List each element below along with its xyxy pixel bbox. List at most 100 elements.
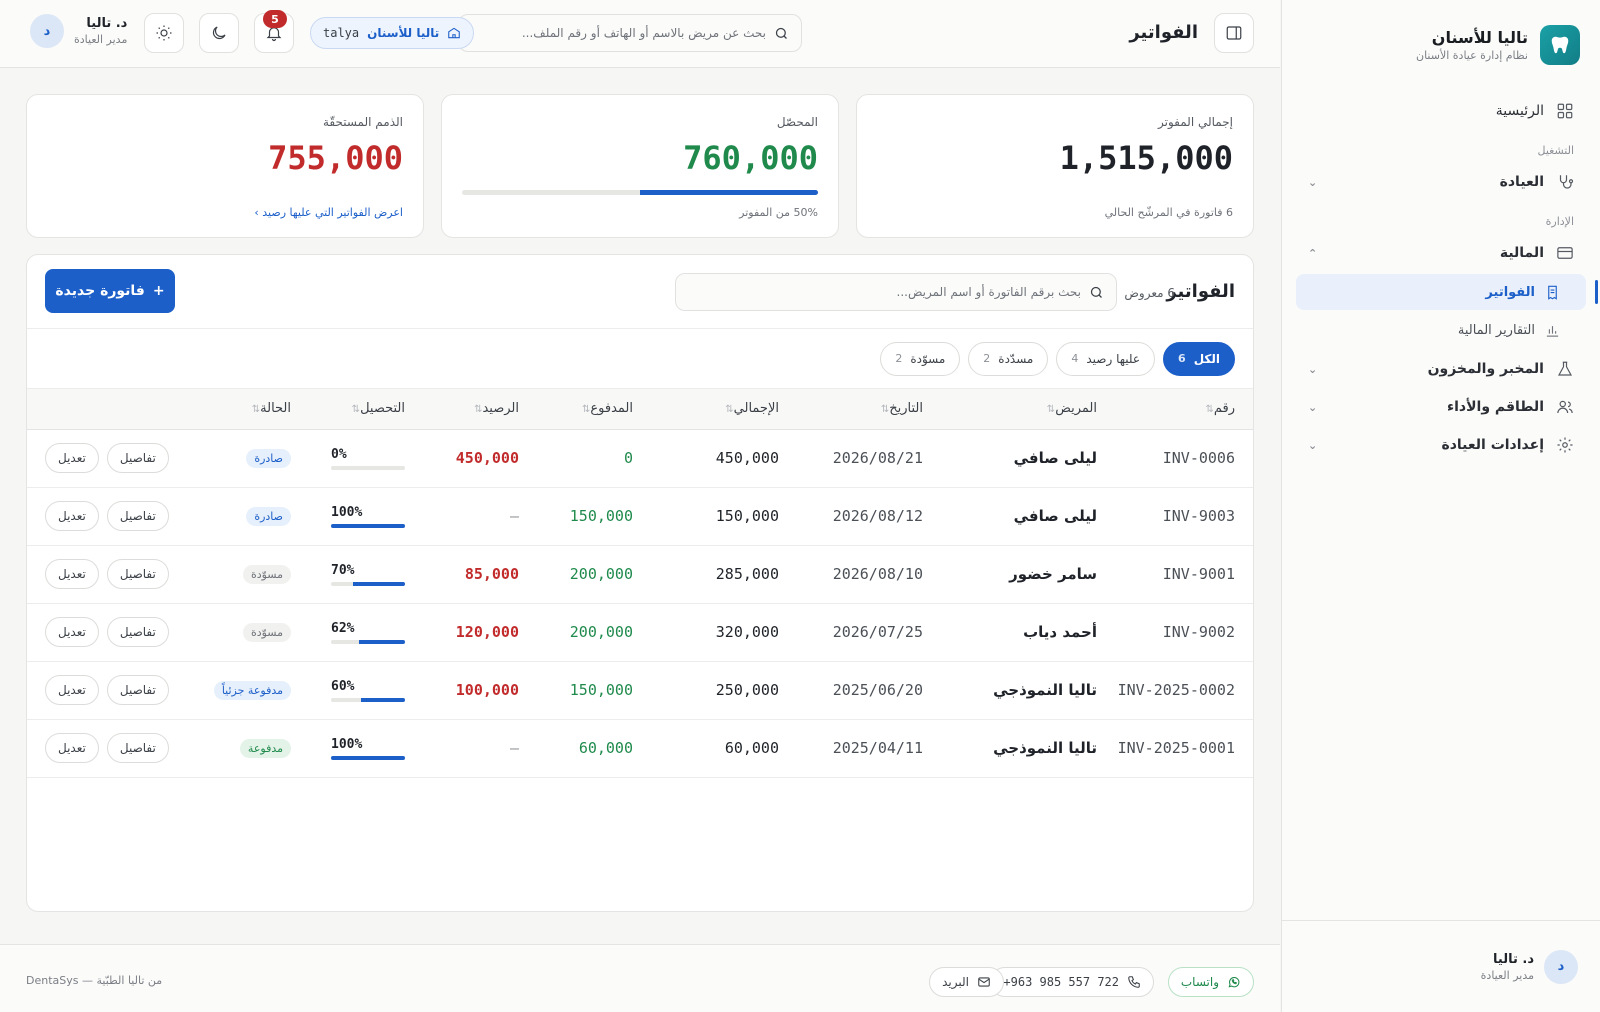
table-row[interactable]: INV-9001 سامر خضور 2026/08/10 285,000 200,00… [27,545,1253,603]
filter-chip[interactable]: عليها رصيد 4 [1056,341,1156,376]
dark-mode-button[interactable] [199,13,239,53]
sidebar-item-label: المخبر والمخزون [1427,361,1544,377]
edit-button[interactable]: تعديل [45,443,99,473]
column-header-label: المدفوع [590,401,633,417]
invoice-number[interactable]: INV-9001 [1105,545,1253,603]
sort-icon: ⇅ [1205,404,1214,416]
invoice-balance: 85,000 [464,565,519,583]
email-button[interactable]: البريد [929,967,1004,997]
stethoscope-icon [1559,175,1574,189]
table-row[interactable]: INV-2025-0001 تاليا النموذجي 2025/04/11 60,… [27,719,1253,777]
table-row[interactable]: INV-2025-0002 تاليا النموذجي 2025/06/20 250… [27,661,1253,719]
shown-count: 6 معروض [1124,286,1175,300]
edit-button[interactable]: تعديل [45,675,99,705]
details-button[interactable]: تفاصيل [106,559,169,589]
column-header[interactable]: رقم⇅ [1105,389,1253,429]
view-balance-invoices-link[interactable]: اعرض الفواتير التي عليها رصيد › [254,206,403,219]
sidebar-item-staff[interactable]: الطاقم والأداء ⌄ [1296,388,1586,426]
sidebar-toggle-button[interactable] [1214,13,1254,53]
invoice-paid: 200,000 [569,565,633,583]
details-button[interactable]: تفاصيل [106,675,169,705]
moon-icon [212,26,226,40]
sidebar-item-financial-reports[interactable]: التقارير المالية [1296,312,1586,348]
invoice-number[interactable]: INV-2025-0001 [1105,719,1253,777]
stat-footnote: 6 فاتورة في المرشّح الحالي [1104,206,1233,219]
sidebar-item-home[interactable]: الرئيسية [1296,92,1586,130]
clinic-name: تاليا للأسنان [367,26,440,40]
filter-chip-label: الكل [1193,351,1220,366]
details-button[interactable]: تفاصيل [106,443,169,473]
details-button[interactable]: تفاصيل [106,617,169,647]
invoice-number[interactable]: INV-0006 [1105,429,1253,487]
status-badge: صادرة [246,448,291,468]
column-header[interactable]: الإجمالي⇅ [641,389,787,429]
collection-cell: 100% [299,719,413,777]
details-button[interactable]: تفاصيل [106,501,169,531]
collection-bar-fill [331,524,405,528]
sidebar-item-invoices[interactable]: الفواتير [1296,274,1598,310]
patient-name[interactable]: ليلى صافي [931,429,1105,487]
invoice-total: 320,000 [715,623,779,641]
patient-search-input[interactable]: بحث عن مريض بالاسم أو الهاتف أو رقم المل… [458,14,802,52]
collection-meter: 70% [331,563,405,586]
patient-name[interactable]: تاليا النموذجي [931,719,1105,777]
brand[interactable]: تاليا للأسنان نظام إدارة عيادة الأسنان [1302,24,1580,66]
filter-chip[interactable]: مسدّدة 2 [968,341,1049,376]
sidebar-item-settings[interactable]: إعدادات العيادة ⌄ [1296,426,1586,464]
avatar: د [30,14,64,48]
clinic-switcher[interactable]: تاليا للأسنان talya [310,17,475,49]
patient-name[interactable]: ليلى صافي [931,487,1105,545]
table-row[interactable]: INV-0006 ليلى صافي 2026/08/21 450,000 0 450,0… [27,429,1253,487]
collection-percent: 100% [331,505,363,520]
collection-bar [331,640,405,644]
chevron-down-icon: ⌄ [1308,362,1318,376]
invoice-number[interactable]: INV-2025-0002 [1105,661,1253,719]
invoice-date: 2026/08/10 [832,565,923,583]
table-row[interactable]: INV-9002 أحمد دياب 2026/07/25 320,000 200,00… [27,603,1253,661]
filter-chip[interactable]: الكل 6 [1163,341,1235,376]
column-header[interactable]: المدفوع⇅ [527,389,641,429]
edit-button[interactable]: تعديل [45,617,99,647]
search-icon [775,27,787,39]
invoice-date: 2026/08/21 [832,449,923,467]
column-header[interactable]: الرصيد⇅ [413,389,527,429]
flask-icon [1557,361,1573,376]
column-header[interactable]: التاريخ⇅ [787,389,931,429]
user-role: مدير العيادة [1480,968,1534,982]
chevron-down-icon: ⌄ [1308,438,1318,452]
sidebar-item-lab[interactable]: المخبر والمخزون ⌄ [1296,350,1586,388]
collection-meter: 62% [331,621,405,644]
new-invoice-button[interactable]: + فاتورة جديدة [45,269,175,313]
invoice-paid: 60,000 [578,739,633,757]
collection-percent: 70% [331,563,355,578]
column-header[interactable]: التحصيل⇅ [299,389,413,429]
details-button[interactable]: تفاصيل [106,733,169,763]
edit-button[interactable]: تعديل [45,733,99,763]
patient-name[interactable]: سامر خضور [931,545,1105,603]
column-header[interactable]: المريض⇅ [931,389,1105,429]
collection-percent: 100% [331,737,363,752]
notifications-button[interactable]: 5 [254,10,294,53]
header-user[interactable]: د. تاليا مدير العيادة د [30,14,127,48]
status-cell: صادرة [173,429,299,487]
edit-button[interactable]: تعديل [45,501,99,531]
whatsapp-button[interactable]: واتساب [1167,967,1254,997]
column-header[interactable]: الحالة⇅ [173,389,299,429]
invoice-search-input[interactable]: بحث برقم الفاتورة أو اسم المريض... [675,273,1117,311]
email-label: البريد [942,975,969,989]
phone-button[interactable]: +963 985 557 722 [990,967,1154,997]
invoice-number[interactable]: INV-9003 [1105,487,1253,545]
sidebar-user[interactable]: د د. تاليا مدير العيادة [1282,920,1600,1012]
sidebar-icon [1226,26,1242,40]
light-mode-button[interactable] [144,13,184,53]
patient-name[interactable]: أحمد دياب [931,603,1105,661]
sidebar-item-finance[interactable]: المالية ⌃ [1296,234,1586,272]
table-row[interactable]: INV-9003 ليلى صافي 2026/08/12 150,000 150,00… [27,487,1253,545]
stat-label: إجمالي المفوتر [1158,115,1233,129]
sidebar-item-clinic[interactable]: العيادة ⌄ [1296,163,1586,201]
filter-chip[interactable]: مسوّدة 2 [880,341,961,376]
panel-title: الفواتير [1166,281,1235,302]
edit-button[interactable]: تعديل [45,559,99,589]
patient-name[interactable]: تاليا النموذجي [931,661,1105,719]
invoice-number[interactable]: INV-9002 [1105,603,1253,661]
